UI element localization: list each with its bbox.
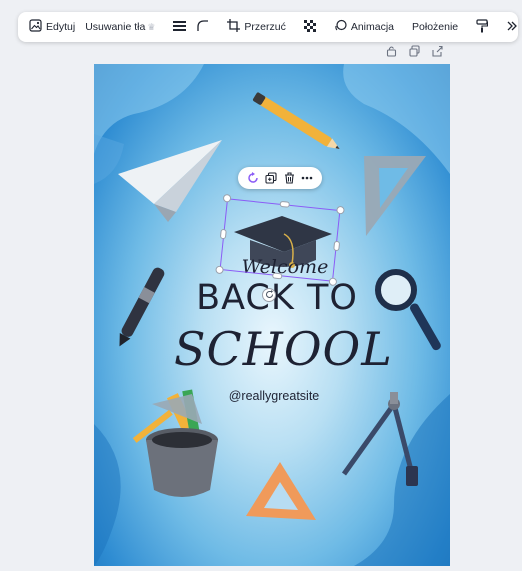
rotate-icon[interactable] [247, 172, 259, 184]
resize-handle-nw[interactable] [222, 193, 232, 203]
animate-label: Animacja [350, 21, 395, 33]
more-icon[interactable] [301, 176, 313, 180]
position-button[interactable]: Położenie [407, 18, 463, 36]
trash-icon[interactable] [284, 172, 295, 184]
editor-toolbar: Edytuj Usuwanie tła ♛ Przerzuć Animacja … [18, 12, 518, 42]
position-label: Położenie [412, 21, 459, 33]
page-actions [386, 44, 456, 60]
transparency-icon [303, 19, 316, 35]
animate-button[interactable]: Animacja [329, 16, 399, 38]
crop-button[interactable]: Przerzuć [222, 16, 290, 38]
compass [341, 392, 418, 486]
rotate-arrows-icon [265, 286, 274, 304]
flip-label: Przerzuć [244, 21, 286, 33]
transparency-button[interactable] [299, 17, 321, 38]
lines-icon [173, 20, 187, 35]
copy-style-button[interactable] [471, 16, 493, 39]
edit-button[interactable]: Edytuj [24, 16, 80, 38]
corner-icon [196, 19, 209, 35]
share-icon[interactable] [432, 44, 443, 60]
resize-handle-s[interactable] [271, 272, 283, 280]
set-square-top [364, 156, 426, 236]
corner-rounding-button[interactable] [191, 16, 214, 38]
pencil-cup [132, 389, 218, 497]
set-square-bottom [246, 462, 316, 520]
more-button[interactable] [501, 17, 522, 38]
animate-icon [334, 19, 347, 35]
resize-handle-w[interactable] [219, 228, 227, 240]
resize-handle-n[interactable] [279, 200, 291, 208]
crop-icon [227, 19, 241, 35]
element-toolbar [238, 167, 322, 189]
school-text[interactable]: SCHOOL [174, 322, 392, 376]
lock-icon[interactable] [386, 44, 397, 60]
selection-frame[interactable] [215, 193, 345, 287]
paper-plane [118, 140, 222, 222]
line-spacing-button[interactable] [168, 17, 191, 38]
more-chevrons-icon [506, 20, 518, 35]
rotate-handle[interactable] [262, 288, 276, 302]
image-edit-icon [29, 19, 42, 35]
copy-icon[interactable] [265, 172, 277, 184]
remove-background-button[interactable]: Usuwanie tła ♛ [80, 18, 160, 36]
remove-background-label: Usuwanie tła [85, 21, 146, 33]
back-to-text[interactable]: BACK TO [192, 278, 362, 318]
edit-label: Edytuj [46, 21, 76, 33]
pencil-top [252, 92, 340, 150]
pen [119, 267, 165, 347]
design-page[interactable]: Welcome BACK TO SCHOOL @reallygreatsite [94, 64, 450, 566]
paint-roller-icon [476, 18, 489, 36]
crown-icon: ♛ [147, 21, 156, 32]
website-handle-text[interactable]: @reallygreatsite [214, 389, 334, 403]
duplicate-icon[interactable] [409, 44, 420, 60]
